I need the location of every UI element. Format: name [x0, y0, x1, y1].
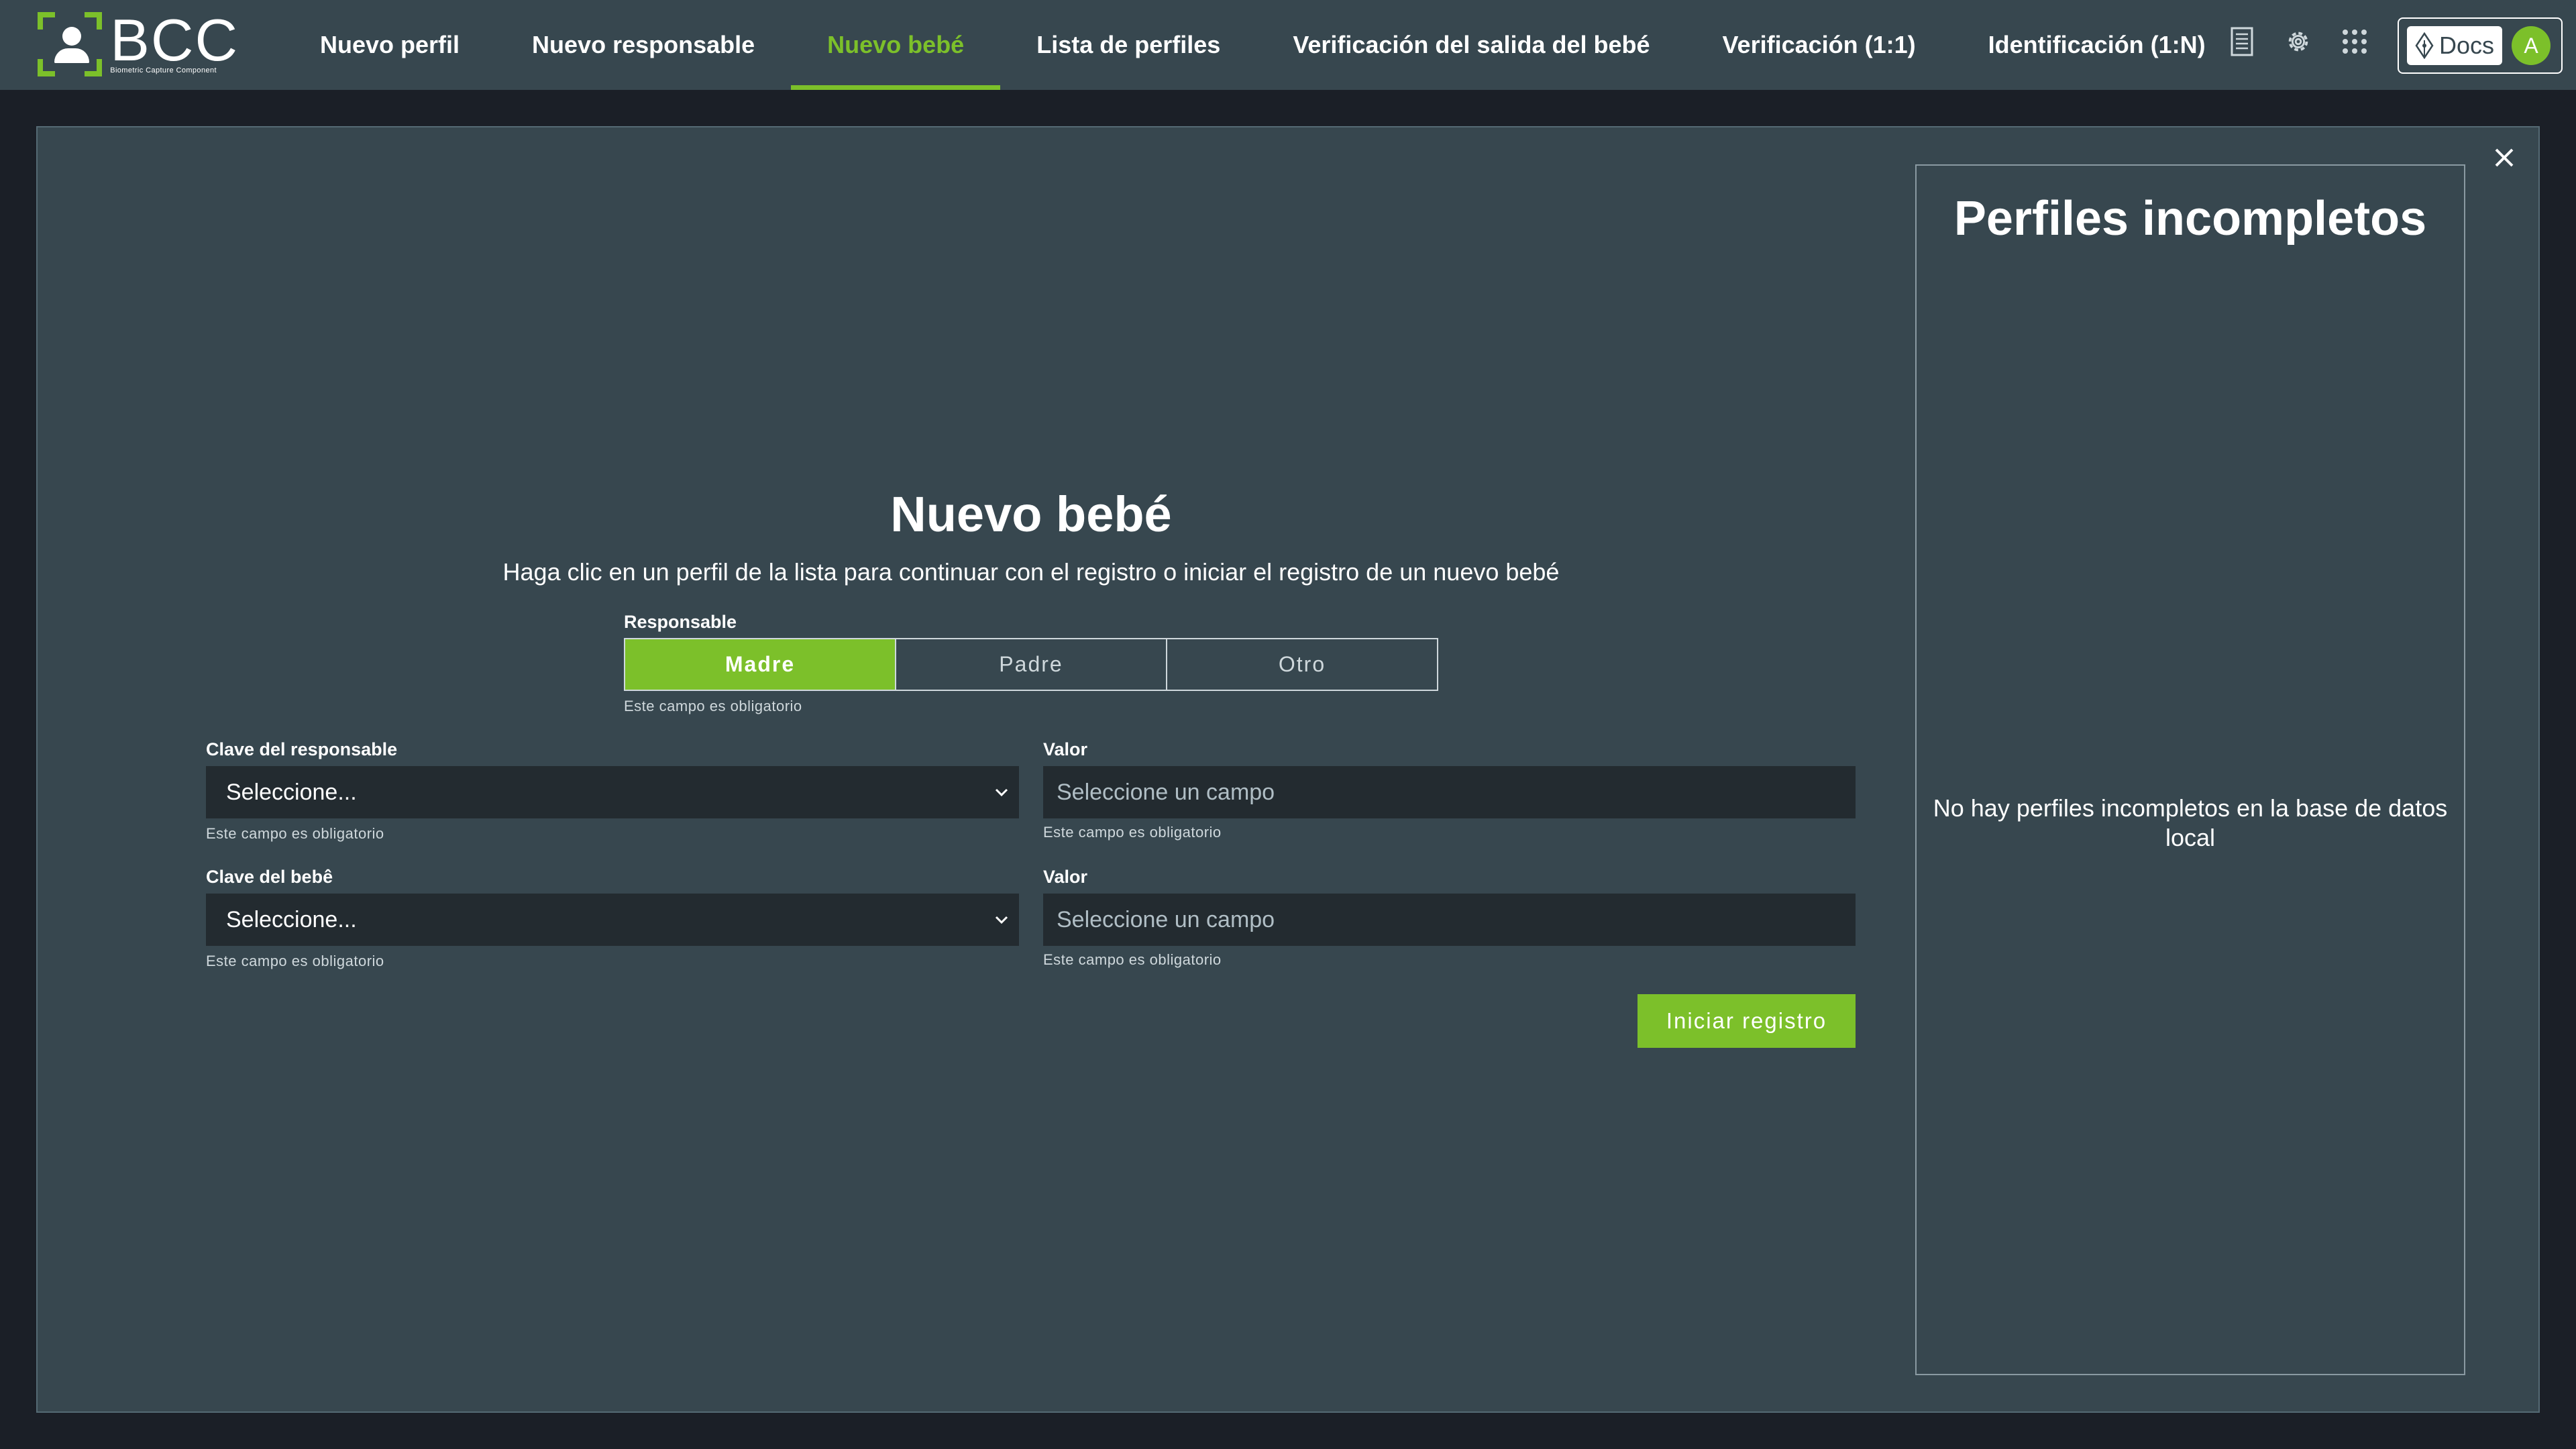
valor-bebe-input[interactable]: Seleccione un campo [1043, 894, 1856, 946]
nav-item-identificacion-1-n[interactable]: Identificación (1:N) [1952, 0, 2242, 90]
toolbar-icons [2227, 23, 2369, 60]
responsable-option-padre[interactable]: Padre [896, 639, 1167, 690]
iniciar-registro-button[interactable]: Iniciar registro [1638, 994, 1856, 1048]
user-avatar[interactable]: A [2512, 26, 2551, 65]
incomplete-profiles-empty-message: No hay perfiles incompletos en la base d… [1933, 794, 2448, 851]
valor-responsable-input[interactable]: Seleccione un campo [1043, 766, 1856, 818]
clave-bebe-select[interactable]: Seleccione... [206, 894, 1019, 946]
clave-responsable-value: Seleccione... [226, 779, 357, 805]
responsable-hint: Este campo es obligatorio [624, 698, 802, 714]
incomplete-profiles-panel: Perfiles incompletos No hay perfiles inc… [1915, 164, 2465, 1375]
clave-responsable-label: Clave del responsable [206, 739, 398, 759]
nav-item-nuevo-bebe[interactable]: Nuevo bebé [791, 0, 1001, 90]
bcc-logo[interactable]: BCC Biometric Capture Component [38, 7, 239, 76]
clave-bebe-label: Clave del bebê [206, 867, 333, 887]
document-icon[interactable] [2227, 23, 2257, 60]
docs-button[interactable]: Docs [2407, 26, 2503, 65]
chevron-down-icon [995, 916, 1008, 924]
logo-text: BCC [110, 7, 239, 73]
responsable-option-madre[interactable]: Madre [625, 639, 896, 690]
responsable-label: Responsable [624, 612, 737, 632]
docs-label: Docs [2439, 32, 2495, 59]
main-nav: Nuevo perfil Nuevo responsable Nuevo beb… [284, 0, 2242, 90]
responsable-toggle: Madre Padre Otro [624, 638, 1438, 691]
valor-bebe-hint: Este campo es obligatorio [1043, 951, 1222, 968]
clave-bebe-value: Seleccione... [226, 906, 357, 932]
pen-nib-icon [2415, 32, 2434, 59]
user-frame-icon [38, 12, 103, 76]
clave-responsable-select[interactable]: Seleccione... [206, 766, 1019, 818]
chevron-down-icon [995, 788, 1008, 797]
logo-subtitle: Biometric Capture Component [110, 66, 217, 74]
page-title: Nuevo bebé [890, 486, 1172, 542]
nav-item-nuevo-responsable[interactable]: Nuevo responsable [496, 0, 791, 90]
valor-bebe-label: Valor [1043, 867, 1088, 887]
valor-responsable-hint: Este campo es obligatorio [1043, 824, 1222, 841]
nav-item-verificacion-1-1[interactable]: Verificación (1:1) [1686, 0, 1952, 90]
docs-user-panel: Docs A [2398, 17, 2563, 74]
nav-item-verificacion-salida-bebe[interactable]: Verificación del salida del bebé [1256, 0, 1686, 90]
top-navigation-bar: BCC Biometric Capture Component Nuevo pe… [0, 0, 2576, 90]
clave-responsable-hint: Este campo es obligatorio [206, 825, 384, 842]
close-icon [2495, 148, 2514, 167]
gear-icon[interactable] [2284, 23, 2313, 60]
responsable-option-otro[interactable]: Otro [1167, 639, 1437, 690]
incomplete-profiles-title: Perfiles incompletos [1953, 192, 2427, 246]
nav-item-nuevo-perfil[interactable]: Nuevo perfil [284, 0, 496, 90]
valor-responsable-label: Valor [1043, 739, 1088, 759]
nav-item-lista-de-perfiles[interactable]: Lista de perfiles [1000, 0, 1256, 90]
apps-grid-icon[interactable] [2340, 23, 2369, 60]
page-subtitle: Haga clic en un perfil de la lista para … [502, 558, 1560, 586]
clave-bebe-hint: Este campo es obligatorio [206, 953, 384, 969]
close-button[interactable] [2487, 141, 2521, 174]
